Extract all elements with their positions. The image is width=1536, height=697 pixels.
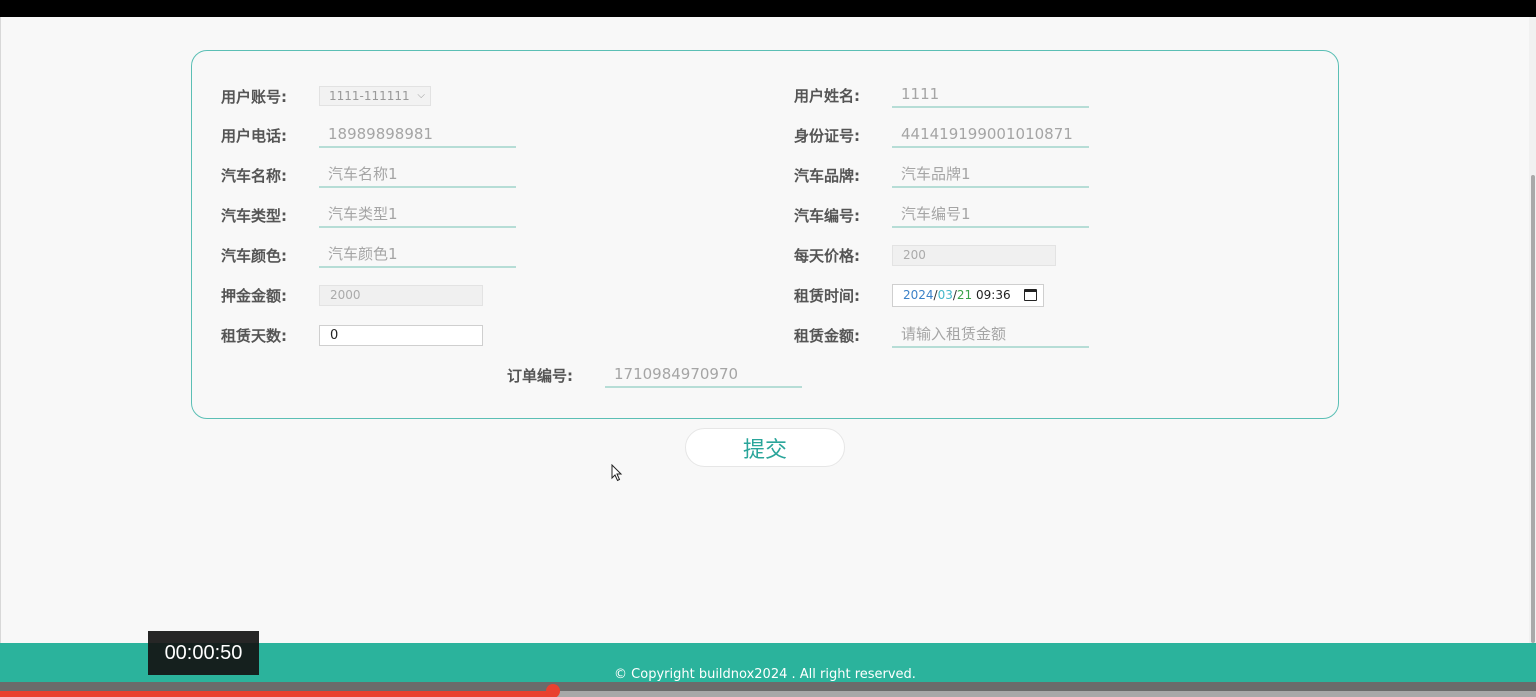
video-timestamp: 00:00:50 (148, 631, 259, 675)
row-car-type: 汽车类型: 汽车类型1 (221, 202, 516, 228)
row-rental-days: 租赁天数: 0 (221, 322, 483, 348)
row-car-name: 汽车名称: 汽车名称1 (221, 162, 516, 188)
deposit-label: 押金金额: (221, 286, 287, 305)
rental-time-value: 2024/03/21 09:36 (903, 288, 1011, 302)
row-car-brand: 汽车品牌: 汽车品牌1 (794, 162, 1089, 188)
row-car-color: 汽车颜色: 汽车颜色1 (221, 242, 516, 268)
deposit-input[interactable]: 2000 (319, 284, 483, 306)
id-number-input[interactable]: 441419199001010871 (892, 122, 1089, 148)
user-account-select[interactable]: 1111-111111 ⌵ (319, 86, 431, 106)
rental-day: 21 (956, 288, 973, 302)
rental-days-input[interactable]: 0 (319, 324, 483, 346)
car-name-input[interactable]: 汽车名称1 (319, 162, 516, 188)
user-name-input[interactable]: 1111 (892, 82, 1089, 108)
car-brand-input[interactable]: 汽车品牌1 (892, 162, 1089, 188)
car-name-label: 汽车名称: (221, 166, 287, 185)
car-type-input[interactable]: 汽车类型1 (319, 202, 516, 228)
row-deposit: 押金金额: 2000 (221, 282, 483, 308)
user-phone-input[interactable]: 18989898981 (319, 122, 516, 148)
row-car-number: 汽车编号: 汽车编号1 (794, 202, 1089, 228)
rental-time-input[interactable]: 2024/03/21 09:36 (892, 283, 1044, 307)
user-phone-label: 用户电话: (221, 126, 287, 145)
top-black-bar (0, 0, 1536, 17)
car-color-input[interactable]: 汽车颜色1 (319, 242, 516, 268)
mouse-cursor-icon (611, 464, 623, 482)
rental-order-form: 用户账号: 1111-111111 ⌵ 用户姓名: 1111 用户电话: 189… (191, 50, 1339, 419)
rental-days-label: 租赁天数: (221, 326, 287, 345)
rental-clock: 09:36 (976, 288, 1011, 302)
rental-time-label: 租赁时间: (794, 286, 860, 305)
row-order-number: 订单编号: 1710984970970 (507, 362, 802, 388)
row-user-account: 用户账号: 1111-111111 ⌵ (221, 83, 431, 109)
submit-button[interactable]: 提交 (685, 428, 845, 467)
row-id-number: 身份证号: 441419199001010871 (794, 122, 1089, 148)
user-account-label: 用户账号: (221, 87, 287, 106)
car-color-label: 汽车颜色: (221, 246, 287, 265)
id-number-label: 身份证号: (794, 126, 860, 145)
row-user-phone: 用户电话: 18989898981 (221, 122, 516, 148)
scrollbar-thumb[interactable] (1531, 175, 1535, 643)
row-rental-amount: 租赁金额: 请输入租赁金额 (794, 322, 1089, 348)
rental-amount-input[interactable]: 请输入租赁金额 (892, 322, 1089, 348)
video-progress-knob[interactable] (546, 684, 560, 697)
row-rental-time: 租赁时间: 2024/03/21 09:36 (794, 282, 1044, 308)
rental-month: 03 (937, 288, 953, 302)
daily-price-label: 每天价格: (794, 246, 860, 265)
car-number-input[interactable]: 汽车编号1 (892, 202, 1089, 228)
calendar-icon[interactable] (1024, 289, 1037, 301)
rental-amount-label: 租赁金额: (794, 326, 860, 345)
user-account-value: 1111-111111 (329, 89, 410, 103)
video-progress-fill (0, 691, 553, 697)
user-name-label: 用户姓名: (794, 86, 860, 105)
order-number-input[interactable]: 1710984970970 (605, 362, 802, 388)
row-daily-price: 每天价格: 200 (794, 242, 1056, 268)
car-type-label: 汽车类型: (221, 206, 287, 225)
chevron-down-icon: ⌵ (417, 90, 425, 101)
car-brand-label: 汽车品牌: (794, 166, 860, 185)
daily-price-input[interactable]: 200 (892, 244, 1056, 266)
page-left-border (0, 17, 1, 643)
car-number-label: 汽车编号: (794, 206, 860, 225)
order-number-label: 订单编号: (507, 366, 573, 385)
row-user-name: 用户姓名: 1111 (794, 82, 1089, 108)
rental-year: 2024 (903, 288, 934, 302)
